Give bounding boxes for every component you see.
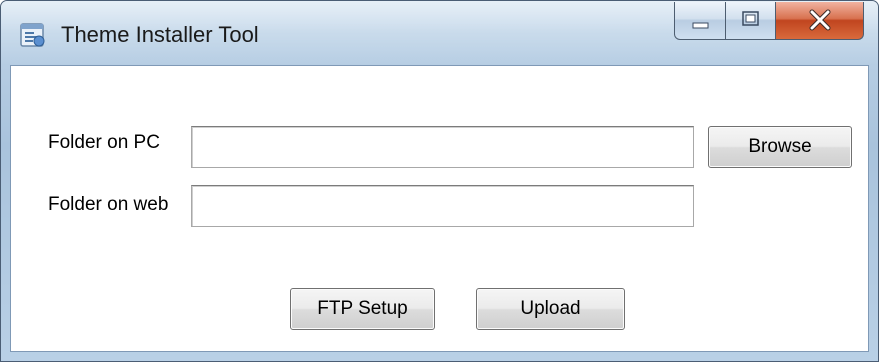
app-window: Theme Installer Tool Folder on PC Browse… [0, 0, 879, 362]
maximize-button[interactable] [726, 2, 776, 40]
browse-button[interactable]: Browse [708, 126, 852, 168]
close-button[interactable] [776, 2, 864, 40]
web-folder-input[interactable] [191, 185, 694, 227]
caption-buttons [674, 2, 864, 42]
minimize-icon [692, 22, 709, 29]
minimize-button[interactable] [674, 2, 726, 40]
app-installer-icon[interactable] [19, 21, 47, 49]
upload-button[interactable]: Upload [476, 288, 625, 330]
window-title: Theme Installer Tool [61, 22, 259, 47]
client-area: Folder on PC Browse Folder on web FTP Se… [10, 65, 869, 352]
pc-folder-label: Folder on PC [48, 132, 160, 153]
pc-folder-input[interactable] [191, 126, 694, 168]
close-icon [809, 9, 831, 31]
ftp-setup-button[interactable]: FTP Setup [290, 288, 435, 330]
web-folder-label: Folder on web [48, 194, 169, 215]
maximize-icon [742, 11, 759, 26]
